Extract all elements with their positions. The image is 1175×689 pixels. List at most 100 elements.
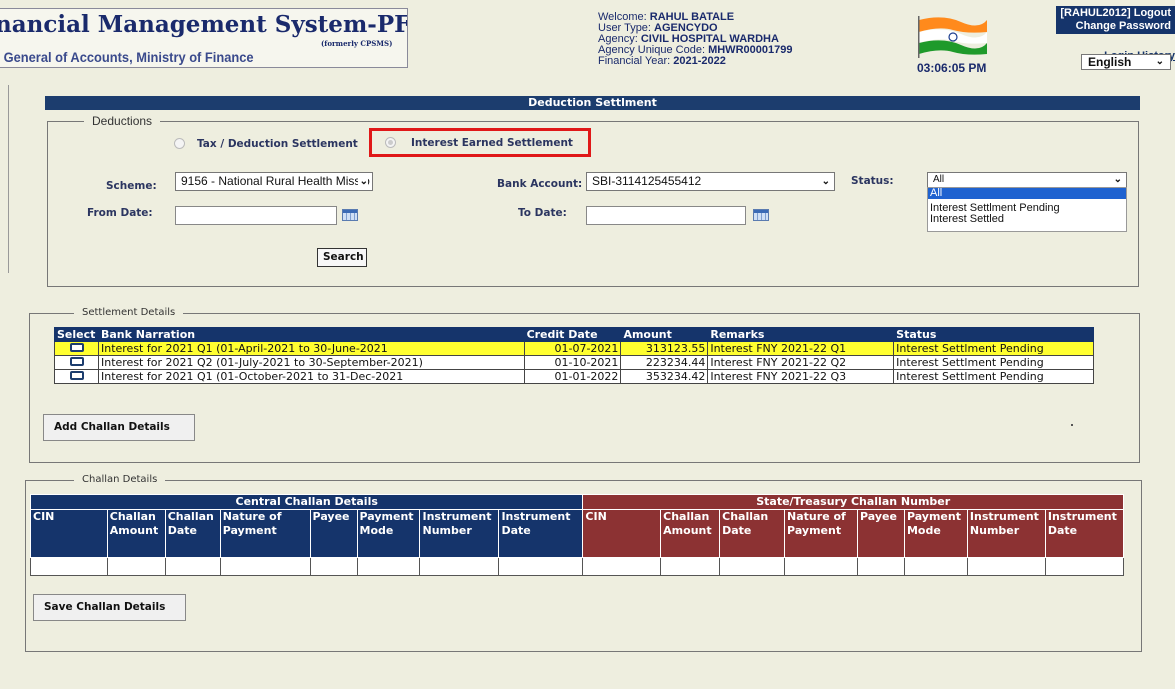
table-row[interactable]: Interest for 2021 Q1 (01-October-2021 to…: [54, 369, 1094, 384]
column-header: Instrument Date: [498, 509, 584, 558]
amount: 353234.42: [620, 369, 709, 384]
table-cell[interactable]: [498, 557, 584, 576]
change-password-link[interactable]: Change Password: [1060, 20, 1171, 33]
scheme-value: 9156 - National Rural Health Missio: [181, 174, 370, 188]
fin-year-value: 2021-2022: [673, 55, 726, 67]
select-checkbox[interactable]: [70, 342, 84, 352]
column-header: Challan Amount: [660, 509, 721, 558]
column-header: CIN: [582, 509, 662, 558]
table-cell[interactable]: [219, 557, 311, 576]
user-info: Welcome: RAHUL BATALE User Type: AGENCYD…: [598, 12, 792, 67]
column-header: Nature of Payment: [219, 509, 311, 558]
table-cell[interactable]: [30, 557, 108, 576]
select-checkbox[interactable]: [70, 356, 84, 366]
column-header: Challan Date: [164, 509, 221, 558]
from-date-input[interactable]: [175, 206, 337, 225]
bank-account-value: SBI-3114125455412: [592, 174, 702, 188]
language-select[interactable]: English ⌄: [1081, 54, 1171, 70]
chevron-down-icon: ⌄: [819, 173, 830, 190]
column-header: Nature of Payment: [784, 509, 858, 558]
table-cell[interactable]: [966, 557, 1046, 576]
central-challan-header: Central Challan Details: [29, 494, 584, 510]
table-cell[interactable]: [719, 557, 786, 576]
logo-title: nancial Management System-PFMS: [0, 11, 407, 38]
save-challan-button[interactable]: Save Challan Details: [33, 594, 186, 621]
to-date-input[interactable]: [586, 206, 746, 225]
status: Interest Settlment Pending: [893, 341, 1094, 356]
table-row: [30, 557, 1125, 576]
column-header: Credit Date: [523, 327, 622, 342]
language-value: English: [1088, 55, 1132, 69]
divider: [1071, 424, 1073, 426]
column-header: Instrument Date: [1044, 509, 1125, 558]
chevron-down-icon: ⌄: [1155, 56, 1164, 67]
table-cell[interactable]: [309, 557, 358, 576]
highlight-box: [369, 128, 591, 157]
table-cell[interactable]: [419, 557, 500, 576]
table-cell[interactable]: [660, 557, 721, 576]
status-option[interactable]: All: [928, 188, 1126, 199]
pfms-logo[interactable]: nancial Management System-PFMS (formerly…: [0, 8, 408, 68]
credit-date: 01-01-2022: [523, 369, 622, 384]
remarks: Interest FNY 2021-22 Q1: [707, 341, 895, 356]
scheme-select[interactable]: 9156 - National Rural Health Missio ⌄: [175, 172, 373, 191]
table-row[interactable]: Interest for 2021 Q1 (01-April-2021 to 3…: [54, 341, 1094, 356]
fin-year-label: Financial Year:: [598, 55, 674, 67]
table-cell[interactable]: [856, 557, 905, 576]
table-cell[interactable]: [106, 557, 166, 576]
credit-date: 01-10-2021: [523, 355, 622, 370]
table-cell[interactable]: [582, 557, 662, 576]
bank-account-select[interactable]: SBI-3114125455412 ⌄: [586, 172, 835, 191]
status-select[interactable]: All ⌄: [927, 172, 1127, 188]
table-cell[interactable]: [784, 557, 858, 576]
chevron-down-icon: ⌄: [1111, 173, 1122, 187]
status: Interest Settlment Pending: [893, 369, 1094, 384]
column-header: Bank Narration: [97, 327, 525, 342]
column-header: Payee: [856, 509, 905, 558]
column-header: Amount: [620, 327, 709, 342]
calendar-icon[interactable]: [753, 209, 769, 221]
amount: 223234.44: [620, 355, 709, 370]
search-button[interactable]: Search: [317, 248, 367, 267]
table-cell[interactable]: [356, 557, 421, 576]
status-value: All: [933, 174, 945, 185]
from-date-label: From Date:: [87, 207, 153, 219]
scheme-label: Scheme:: [106, 180, 157, 192]
bank-narration: Interest for 2021 Q1 (01-October-2021 to…: [97, 369, 525, 384]
bank-narration: Interest for 2021 Q1 (01-April-2021 to 3…: [97, 341, 525, 356]
table-cell[interactable]: [164, 557, 221, 576]
bank-narration: Interest for 2021 Q2 (01-July-2021 to 30…: [97, 355, 525, 370]
column-header: Instrument Number: [419, 509, 500, 558]
deductions-legend: Deductions: [84, 114, 161, 128]
settlement-legend: Settlement Details: [74, 307, 184, 318]
select-checkbox[interactable]: [70, 370, 84, 380]
column-header: CIN: [30, 509, 108, 558]
credit-date: 01-07-2021: [523, 341, 622, 356]
chevron-down-icon: ⌄: [357, 173, 368, 190]
settlement-table: Select Bank Narration Credit Date Amount…: [54, 327, 1094, 384]
logout-link[interactable]: [RAHUL2012] Logout: [1060, 7, 1171, 20]
calendar-icon[interactable]: [342, 209, 358, 221]
logo-formerly: (formerly CPSMS): [321, 39, 393, 48]
challan-legend: Challan Details: [74, 474, 166, 485]
remarks: Interest FNY 2021-22 Q3: [707, 369, 895, 384]
bank-account-label: Bank Account:: [497, 178, 583, 190]
to-date-label: To Date:: [518, 207, 567, 219]
page-title: Deduction Settlment: [45, 96, 1140, 110]
status-options: All Interest Settlment Pending Interest …: [927, 187, 1127, 232]
status: Interest Settlment Pending: [893, 355, 1094, 370]
column-header: Payment Mode: [356, 509, 421, 558]
tax-settlement-radio[interactable]: [174, 138, 185, 149]
column-header: Instrument Number: [966, 509, 1046, 558]
table-cell[interactable]: [1044, 557, 1125, 576]
tax-settlement-label: Tax / Deduction Settlement: [197, 138, 358, 150]
status-option[interactable]: Interest Settled: [928, 214, 1126, 225]
clock: 03:06:05 PM: [917, 61, 987, 75]
amount: 313123.55: [620, 341, 709, 356]
column-header: Challan Amount: [106, 509, 166, 558]
divider: [8, 85, 9, 273]
remarks: Interest FNY 2021-22 Q2: [707, 355, 895, 370]
table-row[interactable]: Interest for 2021 Q2 (01-July-2021 to 30…: [54, 355, 1094, 370]
table-cell[interactable]: [903, 557, 968, 576]
add-challan-button[interactable]: Add Challan Details: [43, 414, 195, 441]
